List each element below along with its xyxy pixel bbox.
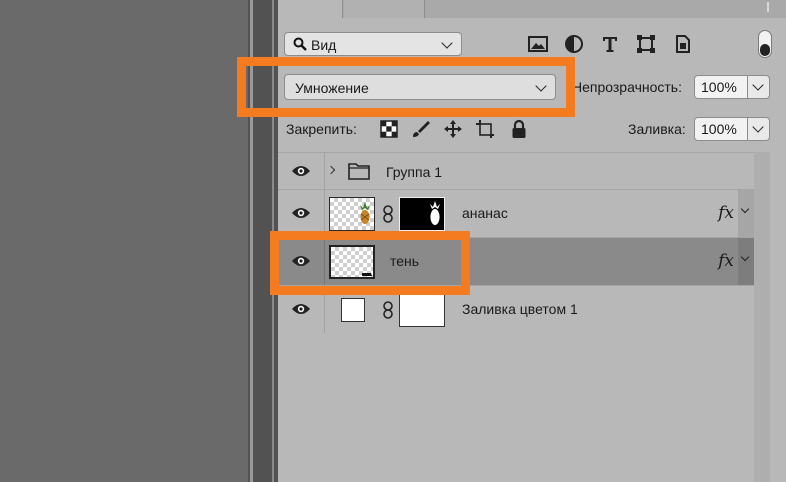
- pineapple-image: [360, 202, 370, 224]
- fill-color-swatch[interactable]: [341, 298, 365, 322]
- panel-tab-bar: [278, 0, 786, 18]
- lock-label: Закрепить:: [286, 121, 357, 137]
- effects-icon[interactable]: fx: [718, 203, 734, 223]
- filter-toggle-switch[interactable]: [758, 30, 772, 58]
- lock-artboard-icon[interactable]: [475, 119, 495, 139]
- filter-kind-select[interactable]: Вид: [284, 32, 462, 56]
- opacity-input[interactable]: 100%: [694, 75, 748, 99]
- search-icon: [293, 37, 307, 51]
- eye-icon: [292, 208, 310, 218]
- fill-value: 100%: [701, 121, 737, 137]
- blend-mode-label: Умножение: [295, 80, 369, 96]
- chevron-down-icon: [740, 252, 750, 262]
- eye-icon: [292, 256, 310, 266]
- link-icon[interactable]: [382, 205, 394, 223]
- layer-row-pineapple[interactable]: ананас fx: [278, 189, 754, 237]
- eye-icon: [292, 166, 310, 176]
- layer-name: Группа 1: [386, 164, 443, 180]
- lock-all-icon[interactable]: [509, 119, 529, 139]
- layer-row-color-fill[interactable]: Заливка цветом 1: [278, 285, 754, 333]
- visibility-toggle[interactable]: [278, 238, 325, 285]
- link-icon[interactable]: [382, 301, 394, 319]
- eye-icon: [292, 304, 310, 314]
- layer-thumbnail[interactable]: [329, 197, 375, 231]
- layer-thumbnail[interactable]: [329, 245, 375, 279]
- layer-row-shadow[interactable]: тень fx: [278, 237, 754, 285]
- tab-other[interactable]: [344, 0, 425, 18]
- visibility-toggle[interactable]: [278, 190, 325, 237]
- layers-scrollbar[interactable]: [754, 152, 770, 482]
- folder-icon: [348, 163, 370, 180]
- chevron-down-icon: [441, 37, 453, 49]
- chevron-down-icon: [535, 80, 547, 92]
- layer-mask-thumbnail[interactable]: [399, 293, 445, 327]
- layer-name: ананас: [462, 205, 508, 221]
- layer-name: Заливка цветом 1: [462, 301, 578, 317]
- blend-mode-select[interactable]: Умножение: [284, 74, 556, 100]
- panel-divider[interactable]: [248, 0, 278, 482]
- opacity-dropdown-button[interactable]: [748, 75, 770, 99]
- panel-menu-icon[interactable]: [760, 0, 776, 18]
- lock-move-icon[interactable]: [443, 119, 463, 139]
- effects-icon[interactable]: fx: [718, 251, 734, 271]
- fill-label: Заливка:: [628, 121, 686, 137]
- text-filter-icon[interactable]: [600, 34, 620, 54]
- opacity-value: 100%: [701, 79, 737, 95]
- smart-object-filter-icon[interactable]: [672, 34, 692, 54]
- layer-row-group[interactable]: Группа 1: [278, 152, 754, 189]
- image-filter-icon[interactable]: [528, 34, 548, 54]
- visibility-toggle[interactable]: [278, 153, 325, 189]
- document-canvas-area: [0, 0, 248, 482]
- visibility-toggle[interactable]: [278, 286, 325, 333]
- shadow-shape: [362, 273, 372, 276]
- tab-layers[interactable]: [278, 0, 343, 18]
- layers-panel: Вид Умножение Непрозрачность: 100% Закре…: [278, 0, 786, 482]
- fill-input[interactable]: 100%: [694, 117, 748, 141]
- shape-filter-icon[interactable]: [636, 34, 656, 54]
- layer-mask-thumbnail[interactable]: [399, 197, 445, 231]
- pineapple-mask-shape: [430, 201, 440, 225]
- opacity-label: Непрозрачность:: [572, 79, 682, 95]
- effects-expand-button[interactable]: [738, 238, 754, 285]
- chevron-down-icon: [752, 121, 764, 133]
- lock-transparency-icon[interactable]: [379, 119, 399, 139]
- chevron-down-icon: [752, 79, 764, 91]
- effects-expand-button[interactable]: [738, 190, 754, 237]
- adjustment-filter-icon[interactable]: [564, 34, 584, 54]
- fill-dropdown-button[interactable]: [748, 117, 770, 141]
- layer-name: тень: [390, 253, 420, 269]
- chevron-down-icon: [740, 204, 750, 214]
- filter-kind-label: Вид: [311, 37, 337, 53]
- chevron-right-icon[interactable]: [326, 165, 336, 175]
- lock-brush-icon[interactable]: [411, 119, 431, 139]
